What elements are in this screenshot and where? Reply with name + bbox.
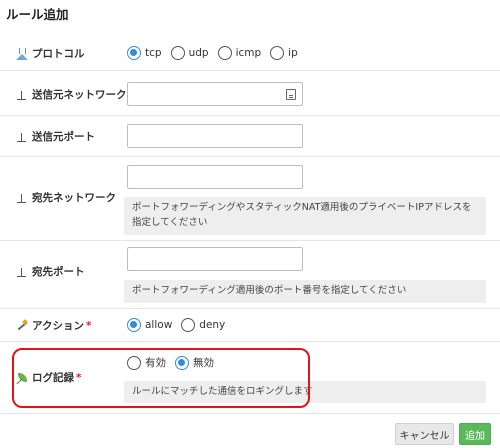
dialog-title: ルール追加 — [6, 7, 69, 22]
action-label: アクション — [32, 320, 84, 332]
protocol-label: プロトコル — [32, 48, 85, 60]
action-option-deny[interactable]: deny — [181, 318, 225, 332]
radio-icon[interactable] — [217, 46, 232, 60]
divider — [0, 156, 500, 157]
divider — [0, 341, 500, 342]
action-label-row: アクション * — [16, 318, 91, 333]
source-network-field[interactable] — [127, 82, 303, 106]
field-tee-icon — [16, 89, 28, 101]
cancel-button[interactable]: キャンセル — [395, 423, 454, 445]
divider — [0, 413, 500, 414]
source-port-label: 送信元ポート — [32, 131, 95, 143]
dest-network-input[interactable] — [128, 166, 302, 188]
protocol-option-icmp[interactable]: icmp — [217, 46, 261, 60]
dest-port-label-row: 宛先ポート — [16, 264, 85, 279]
wand-icon — [16, 320, 28, 332]
protocol-label-row: プロトコル — [16, 46, 85, 61]
logging-highlight-box — [12, 348, 310, 408]
divider — [0, 308, 500, 309]
dest-network-label-row: 宛先ネットワーク — [16, 190, 116, 205]
protocol-option-ip[interactable]: ip — [270, 46, 298, 60]
divider — [0, 70, 500, 71]
field-tee-icon — [16, 192, 28, 204]
keyboard-icon[interactable] — [286, 89, 296, 100]
source-network-label: 送信元ネットワーク — [32, 89, 127, 101]
required-mark: * — [85, 319, 92, 332]
source-network-input[interactable] — [128, 83, 302, 105]
add-button[interactable]: 追加 — [459, 423, 491, 445]
action-radio-group: allow deny — [127, 318, 234, 332]
field-tee-icon — [16, 131, 28, 143]
radio-icon[interactable] — [270, 46, 285, 60]
divider — [0, 115, 500, 116]
protocol-option-tcp[interactable]: tcp — [127, 46, 162, 60]
protocol-option-udp[interactable]: udp — [170, 46, 209, 60]
dest-port-label: 宛先ポート — [32, 266, 85, 278]
radio-checked-icon[interactable] — [127, 318, 141, 332]
source-network-label-row: 送信元ネットワーク — [16, 87, 127, 102]
source-port-field[interactable] — [127, 124, 303, 148]
source-port-input[interactable] — [128, 125, 302, 147]
dest-port-help: ポートフォワーディング適用後のポート番号を指定してください — [124, 280, 486, 303]
divider — [0, 240, 500, 241]
action-option-allow[interactable]: allow — [127, 318, 172, 332]
source-port-label-row: 送信元ポート — [16, 129, 95, 144]
dest-network-label: 宛先ネットワーク — [32, 192, 116, 204]
dest-port-field[interactable] — [127, 247, 303, 271]
radio-icon[interactable] — [181, 318, 196, 332]
field-tee-icon — [16, 266, 28, 278]
radio-checked-icon[interactable] — [127, 46, 141, 60]
dest-network-field[interactable] — [127, 165, 303, 189]
flask-icon — [16, 47, 28, 60]
dest-port-input[interactable] — [128, 248, 302, 270]
dest-network-help: ポートフォワーディングやスタティックNAT適用後のプライベートIPアドレスを指定… — [124, 197, 486, 235]
radio-icon[interactable] — [170, 46, 185, 60]
protocol-radio-group: tcp udp icmp ip — [127, 46, 307, 60]
